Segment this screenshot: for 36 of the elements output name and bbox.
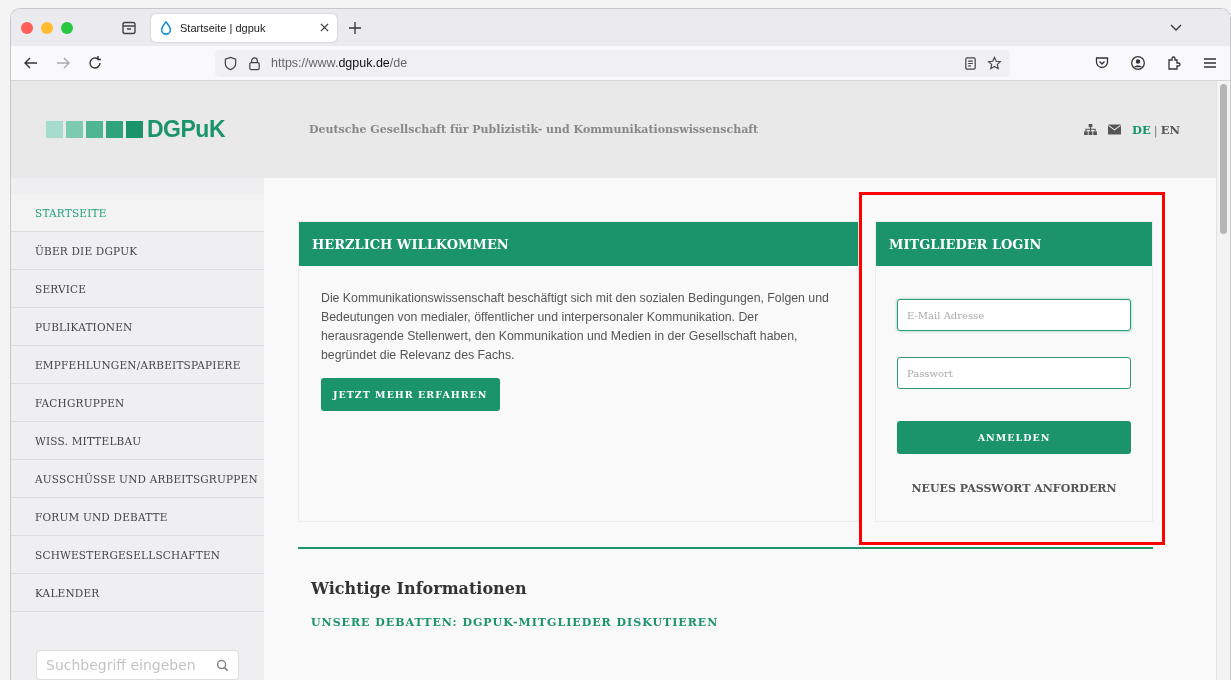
email-field[interactable]: E-Mail Adresse xyxy=(897,299,1131,331)
search-field[interactable]: Suchbegriff eingeben xyxy=(36,650,239,680)
puzzle-icon[interactable] xyxy=(1166,55,1182,71)
learn-more-button[interactable]: JETZT MEHR ERFAHREN xyxy=(321,378,500,411)
site-tagline: Deutsche Gesellschaft für Publizistik- und Kommunikationswissenschaft xyxy=(309,123,759,136)
drop-icon xyxy=(159,20,173,35)
bookmark-star-icon[interactable] xyxy=(987,55,1002,71)
menu-icon[interactable] xyxy=(1202,55,1218,71)
envelope-icon[interactable] xyxy=(1108,124,1122,135)
login-button[interactable]: ANMELDEN xyxy=(897,421,1131,454)
search-icon[interactable] xyxy=(216,659,229,672)
scrollbar-thumb[interactable] xyxy=(1220,84,1227,234)
reader-view-icon[interactable] xyxy=(963,55,978,71)
section-heading: Wichtige Informationen xyxy=(311,579,528,598)
browser-tab[interactable]: Startseite | dgpuk xyxy=(151,13,337,42)
password-reset-link[interactable]: NEUES PASSWORT ANFORDERN xyxy=(897,482,1131,495)
address-bar[interactable]: https://www.dgpuk.de/de xyxy=(215,49,1010,77)
account-icon[interactable] xyxy=(1130,55,1146,71)
lock-icon xyxy=(247,55,262,71)
pocket-icon[interactable] xyxy=(1094,55,1110,71)
card-title: MITGLIEDER LOGIN xyxy=(876,222,1152,266)
reload-icon[interactable] xyxy=(87,55,103,71)
chevron-down-icon[interactable] xyxy=(1170,23,1182,32)
language-link[interactable]: EN xyxy=(1160,122,1180,137)
card-title: HERZLICH WILLKOMMEN xyxy=(299,222,858,266)
language-separator: | xyxy=(1153,122,1158,137)
welcome-text: Die Kommunikationswissenschaft beschäftigt sich mit den sozialen Bedingungen, Folgen und Bedeutungen von medialer, öffentlicher und interpersonaler Kommunikation. Der herausragende Stellenwert, den Kommunikation und Medien in der Gesellschaft haben, begründet die Relevanz des Fachs. xyxy=(321,290,830,364)
shield-icon xyxy=(223,55,238,71)
close-tab-icon[interactable] xyxy=(320,23,329,32)
password-field[interactable]: Passwort xyxy=(897,357,1131,389)
back-icon[interactable] xyxy=(23,55,39,71)
tab-overview-icon[interactable] xyxy=(121,19,137,36)
debate-link[interactable]: UNSERE DEBATTEN: DGPUK-MITGLIEDER DISKUTIEREN xyxy=(311,616,1153,629)
new-tab-icon[interactable] xyxy=(349,21,361,34)
sitemap-icon[interactable] xyxy=(1084,124,1098,135)
close-window-icon[interactable] xyxy=(21,21,33,34)
